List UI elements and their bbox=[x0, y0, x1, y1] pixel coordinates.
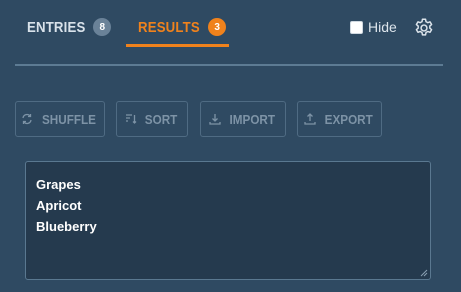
hide-checkbox[interactable] bbox=[350, 20, 363, 34]
hide-toggle[interactable]: Hide bbox=[350, 19, 397, 35]
export-label: EXPORT bbox=[324, 111, 373, 127]
header-divider bbox=[15, 64, 443, 66]
shuffle-button[interactable]: SHUFFLE bbox=[15, 101, 105, 137]
result-item: Blueberry bbox=[36, 219, 97, 234]
tab-entries-label: ENTRIES bbox=[27, 18, 86, 36]
download-icon bbox=[209, 114, 221, 125]
shuffle-label: SHUFFLE bbox=[42, 111, 96, 127]
entries-count-badge: 8 bbox=[93, 18, 112, 36]
import-button[interactable]: IMPORT bbox=[200, 101, 286, 137]
upload-icon bbox=[304, 113, 316, 125]
result-item: Grapes bbox=[36, 177, 81, 192]
import-label: IMPORT bbox=[229, 111, 275, 127]
result-item: Apricot bbox=[36, 198, 82, 213]
resize-handle-icon[interactable] bbox=[419, 268, 428, 277]
tab-results[interactable]: RESULTS 3 bbox=[138, 16, 227, 38]
sort-label: SORT bbox=[144, 111, 178, 127]
tab-results-label: RESULTS bbox=[138, 18, 200, 36]
sort-button[interactable]: SORT bbox=[116, 101, 188, 137]
app-root: ENTRIES 8 RESULTS 3 Hide SHUFFLE SORT IM… bbox=[0, 0, 461, 292]
results-count-badge: 3 bbox=[208, 18, 227, 36]
active-tab-indicator bbox=[126, 44, 229, 47]
export-button[interactable]: EXPORT bbox=[297, 101, 382, 137]
tab-entries[interactable]: ENTRIES 8 bbox=[27, 16, 112, 38]
gear-icon[interactable] bbox=[413, 17, 435, 39]
sort-icon bbox=[125, 114, 137, 124]
refresh-icon bbox=[22, 113, 32, 125]
hide-label: Hide bbox=[368, 19, 397, 35]
results-textarea[interactable]: Grapes Apricot Blueberry bbox=[25, 161, 431, 280]
